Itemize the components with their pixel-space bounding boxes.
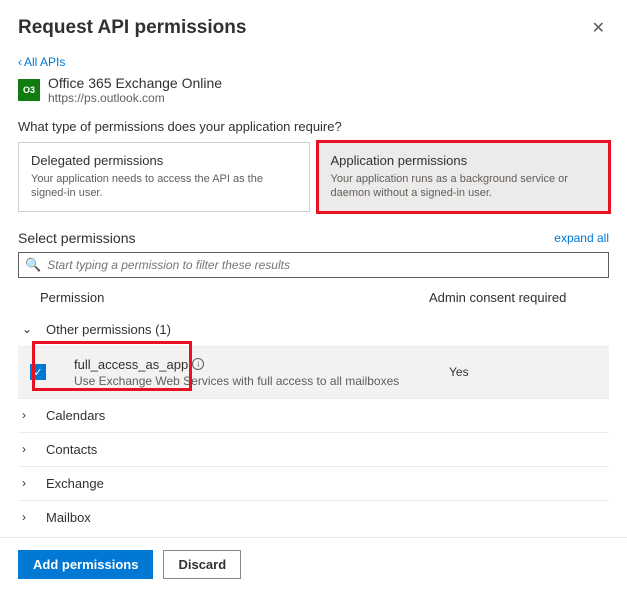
group-other-permissions[interactable]: ⌄ Other permissions (1) xyxy=(18,313,609,347)
delegated-permissions-card[interactable]: Delegated permissions Your application n… xyxy=(18,142,310,212)
group-label: Calendars xyxy=(46,408,105,423)
add-permissions-button[interactable]: Add permissions xyxy=(18,550,153,579)
page-title: Request API permissions xyxy=(18,17,246,39)
group-label: Contacts xyxy=(46,442,97,457)
search-input[interactable] xyxy=(47,258,602,272)
chevron-right-icon: › xyxy=(22,442,36,456)
delegated-title: Delegated permissions xyxy=(31,153,297,168)
application-desc: Your application runs as a background se… xyxy=(331,172,597,201)
expand-all-link[interactable]: expand all xyxy=(554,231,609,245)
api-icon: O3 xyxy=(18,79,40,101)
column-headers: Permission Admin consent required xyxy=(18,284,609,313)
close-icon[interactable]: ✕ xyxy=(588,14,609,42)
group-mailbox[interactable]: › Mailbox xyxy=(18,501,609,533)
group-exchange[interactable]: › Exchange xyxy=(18,467,609,501)
permission-row-full-access[interactable]: ✓ full_access_as_app i Use Exchange Web … xyxy=(18,347,609,399)
footer-bar: Add permissions Discard xyxy=(0,537,627,591)
permission-admin-required: Yes xyxy=(429,365,609,379)
group-label: Other permissions (1) xyxy=(46,322,171,337)
delegated-desc: Your application needs to access the API… xyxy=(31,172,297,201)
permission-name: full_access_as_app xyxy=(74,357,188,372)
group-calendars[interactable]: › Calendars xyxy=(18,399,609,433)
group-label: Mailbox xyxy=(46,510,91,525)
application-title: Application permissions xyxy=(331,153,597,168)
api-header: O3 Office 365 Exchange Online https://ps… xyxy=(18,75,609,105)
info-icon[interactable]: i xyxy=(192,358,204,370)
application-permissions-card[interactable]: Application permissions Your application… xyxy=(318,142,610,212)
chevron-left-icon: ‹ xyxy=(18,55,22,69)
col-admin-consent: Admin consent required xyxy=(429,290,609,305)
permission-type-prompt: What type of permissions does your appli… xyxy=(18,119,609,134)
permission-search-box[interactable]: 🔍 xyxy=(18,252,609,278)
api-url: https://ps.outlook.com xyxy=(48,91,222,105)
select-permissions-label: Select permissions xyxy=(18,230,136,246)
back-all-apis-link[interactable]: ‹ All APIs xyxy=(18,55,65,69)
api-name: Office 365 Exchange Online xyxy=(48,75,222,91)
group-contacts[interactable]: › Contacts xyxy=(18,433,609,467)
col-permission: Permission xyxy=(40,290,429,305)
chevron-down-icon: ⌄ xyxy=(22,322,36,336)
discard-button[interactable]: Discard xyxy=(163,550,241,579)
permission-desc: Use Exchange Web Services with full acce… xyxy=(74,374,429,388)
chevron-right-icon: › xyxy=(22,476,36,490)
chevron-right-icon: › xyxy=(22,510,36,524)
group-label: Exchange xyxy=(46,476,104,491)
search-icon: 🔍 xyxy=(25,257,41,273)
chevron-right-icon: › xyxy=(22,408,36,422)
back-link-label: All APIs xyxy=(24,55,65,69)
permission-checkbox[interactable]: ✓ xyxy=(30,364,46,380)
